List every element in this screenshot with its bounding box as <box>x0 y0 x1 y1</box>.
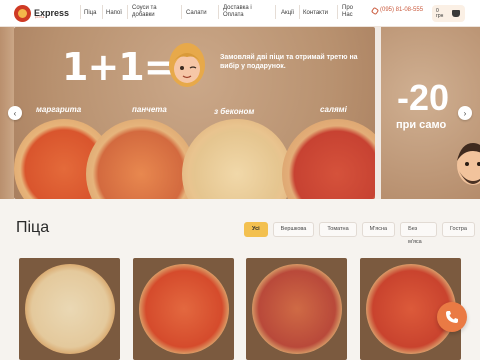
phone-call-icon <box>446 311 458 323</box>
bearded-man-emoji-icon <box>457 143 480 185</box>
nav-item-promos[interactable]: Акції <box>281 10 294 17</box>
filter-no-meat[interactable]: Без м'яса <box>400 222 437 245</box>
product-card[interactable] <box>19 258 120 360</box>
cart-total: 0 грн <box>436 8 450 19</box>
pizza-label-margherita: маргарита <box>36 105 82 114</box>
product-image <box>252 264 342 354</box>
nav-divider <box>80 5 81 19</box>
nav-divider <box>299 5 300 19</box>
pizza-image-salami <box>282 119 375 199</box>
phone-link[interactable]: (095) 81-08-555 <box>370 6 424 16</box>
filter-creamy[interactable]: Вершкова <box>272 222 315 237</box>
winking-girl-emoji-icon <box>169 43 205 87</box>
nav-item-delivery-line2: Оплата <box>223 12 244 18</box>
pizza-image-pancetta <box>86 119 196 199</box>
filter-all[interactable]: Усі <box>244 222 268 237</box>
nav-item-sauces[interactable]: Соуси та добавки <box>132 5 157 19</box>
pizza-label-salami: салямі <box>320 105 347 114</box>
call-fab-button[interactable] <box>437 302 467 332</box>
product-image <box>25 264 115 354</box>
filter-tomato[interactable]: Томатна <box>319 222 357 237</box>
chevron-right-icon: › <box>463 108 467 118</box>
phone-number: (095) 81-08-555 <box>380 7 424 13</box>
nav-item-about[interactable]: Про Нас <box>342 5 353 19</box>
nav-item-about-line1: Про <box>342 5 353 11</box>
filter-meat[interactable]: М'ясна <box>361 222 396 237</box>
pizza-label-pancetta: панчета <box>132 105 167 114</box>
cart-unit: грн <box>436 12 444 19</box>
logo-mark-icon <box>14 4 31 22</box>
nav-divider <box>337 5 338 19</box>
nav-item-contacts[interactable]: Контакти <box>303 10 328 17</box>
carousel-next-button[interactable]: › <box>458 106 472 120</box>
site-header: Express pizza Піца Напої Соуси та добавк… <box>0 0 480 27</box>
phone-icon <box>370 6 380 16</box>
nav-item-pizza[interactable]: Піца <box>84 10 96 17</box>
nav-divider <box>218 5 219 19</box>
logo[interactable]: Express <box>14 4 69 22</box>
promo-description: Замовляй дві піци та отримай третю на ви… <box>220 54 358 70</box>
cart-icon <box>452 10 460 17</box>
product-image <box>139 264 229 354</box>
cart-button[interactable]: 0 грн <box>432 5 465 22</box>
nav-item-salads[interactable]: Салати <box>186 10 207 17</box>
nav-item-drinks[interactable]: Напої <box>106 10 122 17</box>
promo-slide-1plus1[interactable]: 1+1=3 Замовляй дві піци та отримай третю… <box>14 27 375 199</box>
nav-divider <box>181 5 182 19</box>
nav-item-sauces-line1: Соуси та <box>132 5 157 11</box>
chevron-left-icon: ‹ <box>13 108 17 118</box>
promo-carousel: 1+1=3 Замовляй дві піци та отримай третю… <box>0 27 480 199</box>
discount-subtext: при само <box>396 119 447 131</box>
product-card[interactable] <box>133 258 234 360</box>
discount-headline: -20 <box>397 77 450 118</box>
pizza-filters: Усі Вершкова Томатна М'ясна Без м'яса Го… <box>244 222 480 245</box>
nav-item-sauces-line2: добавки <box>132 12 155 18</box>
section-title: Піца <box>16 219 50 236</box>
nav-item-delivery[interactable]: Доставка і Оплата <box>223 5 252 19</box>
filter-spicy[interactable]: Гостра <box>441 222 475 237</box>
logo-subtitle: pizza <box>35 15 45 19</box>
nav-divider <box>127 5 128 19</box>
product-card[interactable] <box>246 258 347 360</box>
nav-divider <box>275 5 276 19</box>
pizza-label-bacon: з беконом <box>214 107 255 116</box>
nav-item-about-line2: Нас <box>342 12 353 18</box>
nav-divider <box>102 5 103 19</box>
nav-item-delivery-line1: Доставка і <box>223 5 252 11</box>
carousel-prev-button[interactable]: ‹ <box>8 106 22 120</box>
pizza-image-bacon <box>182 119 292 199</box>
